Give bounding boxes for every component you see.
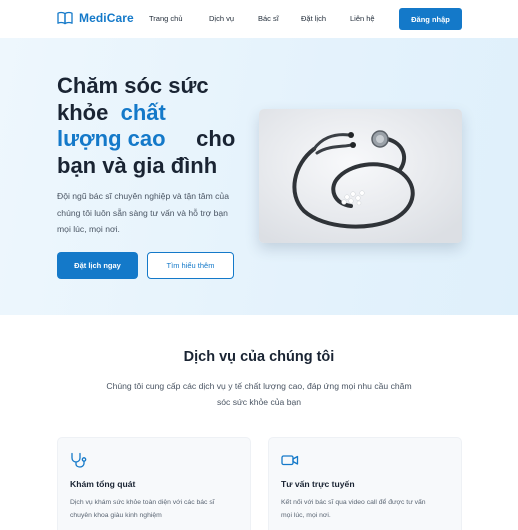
- service-card-general-checkup[interactable]: Khám tổng quát Dịch vụ khám sức khỏe toà…: [57, 437, 251, 530]
- service-card-description: Kết nối với bác sĩ qua video call để đượ…: [281, 499, 426, 519]
- nav-item-booking[interactable]: Đặt lịch: [301, 14, 326, 23]
- hero-title-word-cho: cho: [196, 126, 236, 151]
- nav-item-doctors[interactable]: Bác sĩ: [258, 14, 279, 23]
- hero-title: Chăm sóc sức khỏe chất lượng cao cho bạn…: [57, 73, 257, 179]
- service-card-title: Tư vấn trực tuyến: [281, 479, 355, 489]
- hero-title-line-1: Chăm sóc sức: [57, 73, 209, 98]
- learn-more-button[interactable]: Tìm hiểu thêm: [147, 252, 234, 279]
- book-now-button[interactable]: Đặt lịch ngay: [57, 252, 138, 279]
- services-title: Dịch vụ của chúng tôi: [183, 349, 335, 365]
- stethoscope-illustration: [259, 109, 462, 243]
- hero-section: Chăm sóc sức khỏe chất lượng cao cho bạn…: [0, 38, 518, 315]
- service-card-title: Khám tổng quát: [70, 479, 136, 489]
- video-camera-icon: [281, 455, 299, 466]
- stethoscope-image: [259, 109, 462, 243]
- login-button[interactable]: Đăng nhập: [399, 8, 462, 30]
- stethoscope-icon: [71, 452, 87, 468]
- nav-item-contact[interactable]: Liên hệ: [350, 14, 375, 23]
- hero-title-highlight-2: lượng cao: [57, 126, 166, 151]
- services-subtitle: Chúng tôi cung cấp các dịch vụ y tế chất…: [106, 381, 412, 407]
- hero-description: Đội ngũ bác sĩ chuyên nghiệp và tận tâm …: [57, 191, 229, 234]
- nav-item-home[interactable]: Trang chủ: [149, 14, 183, 23]
- service-card-online-consultation[interactable]: Tư vấn trực tuyến Kết nối với bác sĩ qua…: [268, 437, 462, 530]
- hero-title-line-4: bạn và gia đình: [57, 152, 218, 178]
- hero-title-highlight-1: chất: [120, 99, 166, 125]
- nav-item-services[interactable]: Dịch vụ: [209, 14, 234, 23]
- service-card-description: Dịch vụ khám sức khỏe toàn diện với các …: [70, 499, 215, 519]
- site-header: MediCare Trang chủ Dịch vụ Bác sĩ Đặt lị…: [0, 0, 518, 38]
- hero-title-word-khoe: khỏe: [57, 99, 109, 125]
